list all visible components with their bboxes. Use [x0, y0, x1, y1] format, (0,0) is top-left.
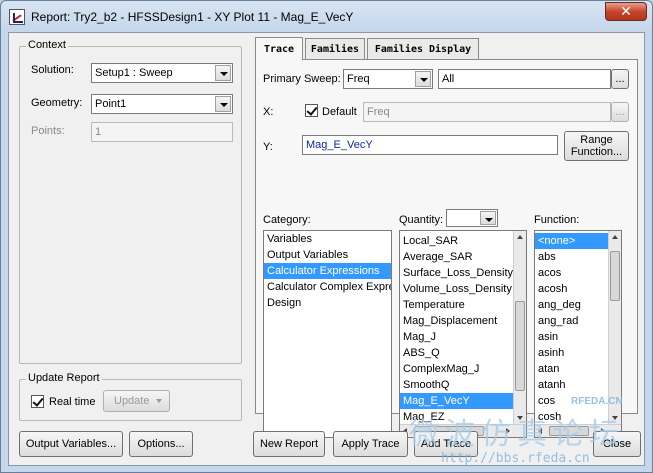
chevron-down-icon[interactable] — [215, 96, 231, 112]
primary-sweep-range-field[interactable]: All — [438, 69, 611, 89]
add-trace-button[interactable]: Add Trace — [414, 431, 478, 457]
function-label: Function: — [534, 214, 580, 226]
function-list[interactable]: <none> abs acos acosh ang_deg ang_rad asin asin… — [534, 230, 622, 438]
x-label: X: — [263, 106, 274, 118]
quantity-label: Quantity: — [399, 214, 444, 226]
list-item[interactable]: Mag_EZ — [400, 409, 526, 425]
category-label: Category: — [263, 214, 311, 226]
scroll-up-icon[interactable] — [612, 235, 618, 239]
realtime-label: Real time — [49, 396, 96, 408]
category-items: Variables Output Variables Calculator Expr… — [264, 231, 391, 311]
quantity-list[interactable]: Local_SAR Average_SAR Surface_Loss_Density… — [399, 230, 527, 438]
report-dialog: Report: Try2_b2 - HFSSDesign1 - XY Plot … — [0, 0, 653, 473]
list-item[interactable]: Mag_J — [400, 329, 526, 345]
range-function-label: Range Function... — [570, 134, 623, 158]
update-button[interactable]: Update — [103, 390, 170, 412]
chevron-down-icon[interactable] — [480, 211, 496, 225]
window-close-button[interactable]: ✕ — [605, 2, 647, 21]
category-list[interactable]: Variables Output Variables Calculator Expr… — [263, 230, 392, 438]
x-default-checkbox[interactable] — [305, 104, 318, 117]
points-label: Points: — [31, 125, 65, 137]
dialog-body: Context Solution: Setup1 : Sweep Geometr… — [8, 32, 645, 466]
options-button[interactable]: Options... — [129, 431, 193, 457]
apply-trace-button[interactable]: Apply Trace — [333, 431, 408, 457]
tab-families[interactable]: Families — [305, 38, 365, 59]
output-variables-button[interactable]: Output Variables... — [19, 431, 123, 457]
quantity-filter-select[interactable] — [446, 209, 498, 227]
list-item[interactable]: Volume_Loss_Density — [400, 281, 526, 297]
list-item[interactable]: Temperature — [400, 297, 526, 313]
scroll-right-icon[interactable] — [506, 428, 510, 434]
primary-sweep-select[interactable]: Freq — [343, 69, 433, 89]
primary-sweep-ellipsis-button[interactable]: ... — [611, 69, 629, 89]
x-ellipsis-button[interactable]: ... — [611, 102, 629, 122]
window-title: Report: Try2_b2 - HFSSDesign1 - XY Plot … — [31, 10, 354, 24]
app-icon — [9, 9, 25, 25]
new-report-button[interactable]: New Report — [253, 431, 325, 457]
scroll-left-icon[interactable] — [538, 428, 542, 434]
scroll-down-icon[interactable] — [517, 416, 523, 420]
geometry-select[interactable]: Point1 — [91, 94, 233, 114]
list-item[interactable]: Average_SAR — [400, 249, 526, 265]
chevron-down-icon[interactable] — [415, 71, 431, 87]
update-report-legend: Update Report — [26, 372, 102, 384]
quantity-items: Local_SAR Average_SAR Surface_Loss_Density… — [400, 231, 526, 425]
y-expression-field[interactable]: Mag_E_VecY — [302, 135, 558, 155]
list-item[interactable]: Design — [264, 295, 391, 311]
geometry-label: Geometry: — [31, 97, 83, 109]
chevron-down-icon — [156, 399, 162, 403]
tab-trace[interactable]: Trace — [255, 37, 303, 60]
list-item[interactable]: ComplexMag_J — [400, 361, 526, 377]
chevron-down-icon[interactable] — [215, 65, 231, 81]
list-item[interactable]: Mag_E_VecY — [400, 393, 526, 409]
geometry-value: Point1 — [95, 98, 127, 110]
solution-value: Setup1 : Sweep — [95, 67, 173, 79]
tab-families-display[interactable]: Families Display — [367, 38, 479, 59]
quantity-vscroll-thumb[interactable] — [515, 301, 525, 391]
list-item[interactable]: Local_SAR — [400, 233, 526, 249]
function-vscroll[interactable] — [608, 231, 621, 424]
function-hscroll-thumb[interactable] — [549, 426, 589, 436]
list-item[interactable]: ABS_Q — [400, 345, 526, 361]
list-item[interactable]: Calculator Complex Expre — [264, 279, 391, 295]
solution-label: Solution: — [31, 64, 74, 76]
quantity-vscroll[interactable] — [513, 231, 526, 424]
realtime-checkbox[interactable] — [31, 395, 44, 408]
range-function-button[interactable]: Range Function... — [564, 131, 629, 161]
list-item[interactable]: Mag_Displacement — [400, 313, 526, 329]
x-field[interactable]: Freq — [363, 102, 611, 122]
update-button-label: Update — [114, 395, 150, 407]
trace-panel: Primary Sweep: Freq All ... X: Default F… — [255, 59, 638, 438]
scroll-up-icon[interactable] — [517, 235, 523, 239]
function-vscroll-thumb[interactable] — [610, 251, 620, 301]
list-item[interactable]: Calculator Expressions — [264, 263, 391, 279]
solution-select[interactable]: Setup1 : Sweep — [91, 63, 233, 83]
close-button[interactable]: Close — [593, 431, 641, 457]
list-item[interactable]: Variables — [264, 231, 391, 247]
list-item[interactable]: Output Variables — [264, 247, 391, 263]
primary-sweep-label: Primary Sweep: — [263, 73, 341, 85]
scroll-down-icon[interactable] — [612, 416, 618, 420]
context-legend: Context — [26, 39, 68, 51]
points-field[interactable]: 1 — [91, 122, 233, 142]
y-label: Y: — [263, 141, 273, 153]
title-bar[interactable]: Report: Try2_b2 - HFSSDesign1 - XY Plot … — [1, 1, 652, 31]
x-default-label: Default — [322, 106, 357, 118]
list-item[interactable]: SmoothQ — [400, 377, 526, 393]
list-item[interactable]: Surface_Loss_Density — [400, 265, 526, 281]
primary-sweep-value: Freq — [347, 73, 370, 85]
